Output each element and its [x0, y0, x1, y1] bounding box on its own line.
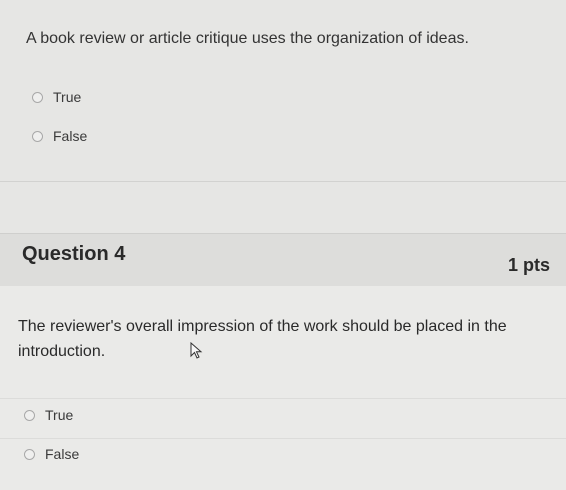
question-4-points: 1 pts	[507, 255, 550, 275]
q3-option-true-label: True	[53, 89, 82, 105]
q3-option-true[interactable]: True	[32, 89, 81, 105]
divider	[0, 181, 566, 182]
q4-option-true[interactable]: True	[24, 407, 73, 423]
q3-option-false-label: False	[53, 128, 88, 144]
q4-option-false-label: False	[45, 446, 80, 462]
question-4-text: The reviewer's overall impression of the…	[18, 318, 507, 360]
question-4-title: Question 4	[22, 243, 126, 265]
radio-icon[interactable]	[24, 448, 35, 460]
q4-option-false[interactable]: False	[24, 446, 79, 462]
question-4-body: The reviewer's overall impression of the…	[0, 286, 566, 490]
divider	[0, 398, 566, 399]
divider	[0, 438, 566, 439]
radio-icon[interactable]	[32, 130, 43, 142]
q3-option-false[interactable]: False	[32, 128, 87, 144]
question-4-header: Question 4 1 pts	[0, 233, 566, 287]
question-3: A book review or article critique uses t…	[0, 0, 566, 180]
question-3-text: A book review or article critique uses t…	[26, 30, 469, 47]
radio-icon[interactable]	[24, 409, 35, 421]
mouse-cursor-icon	[190, 342, 203, 359]
q4-option-true-label: True	[45, 407, 74, 423]
radio-icon[interactable]	[32, 91, 43, 103]
